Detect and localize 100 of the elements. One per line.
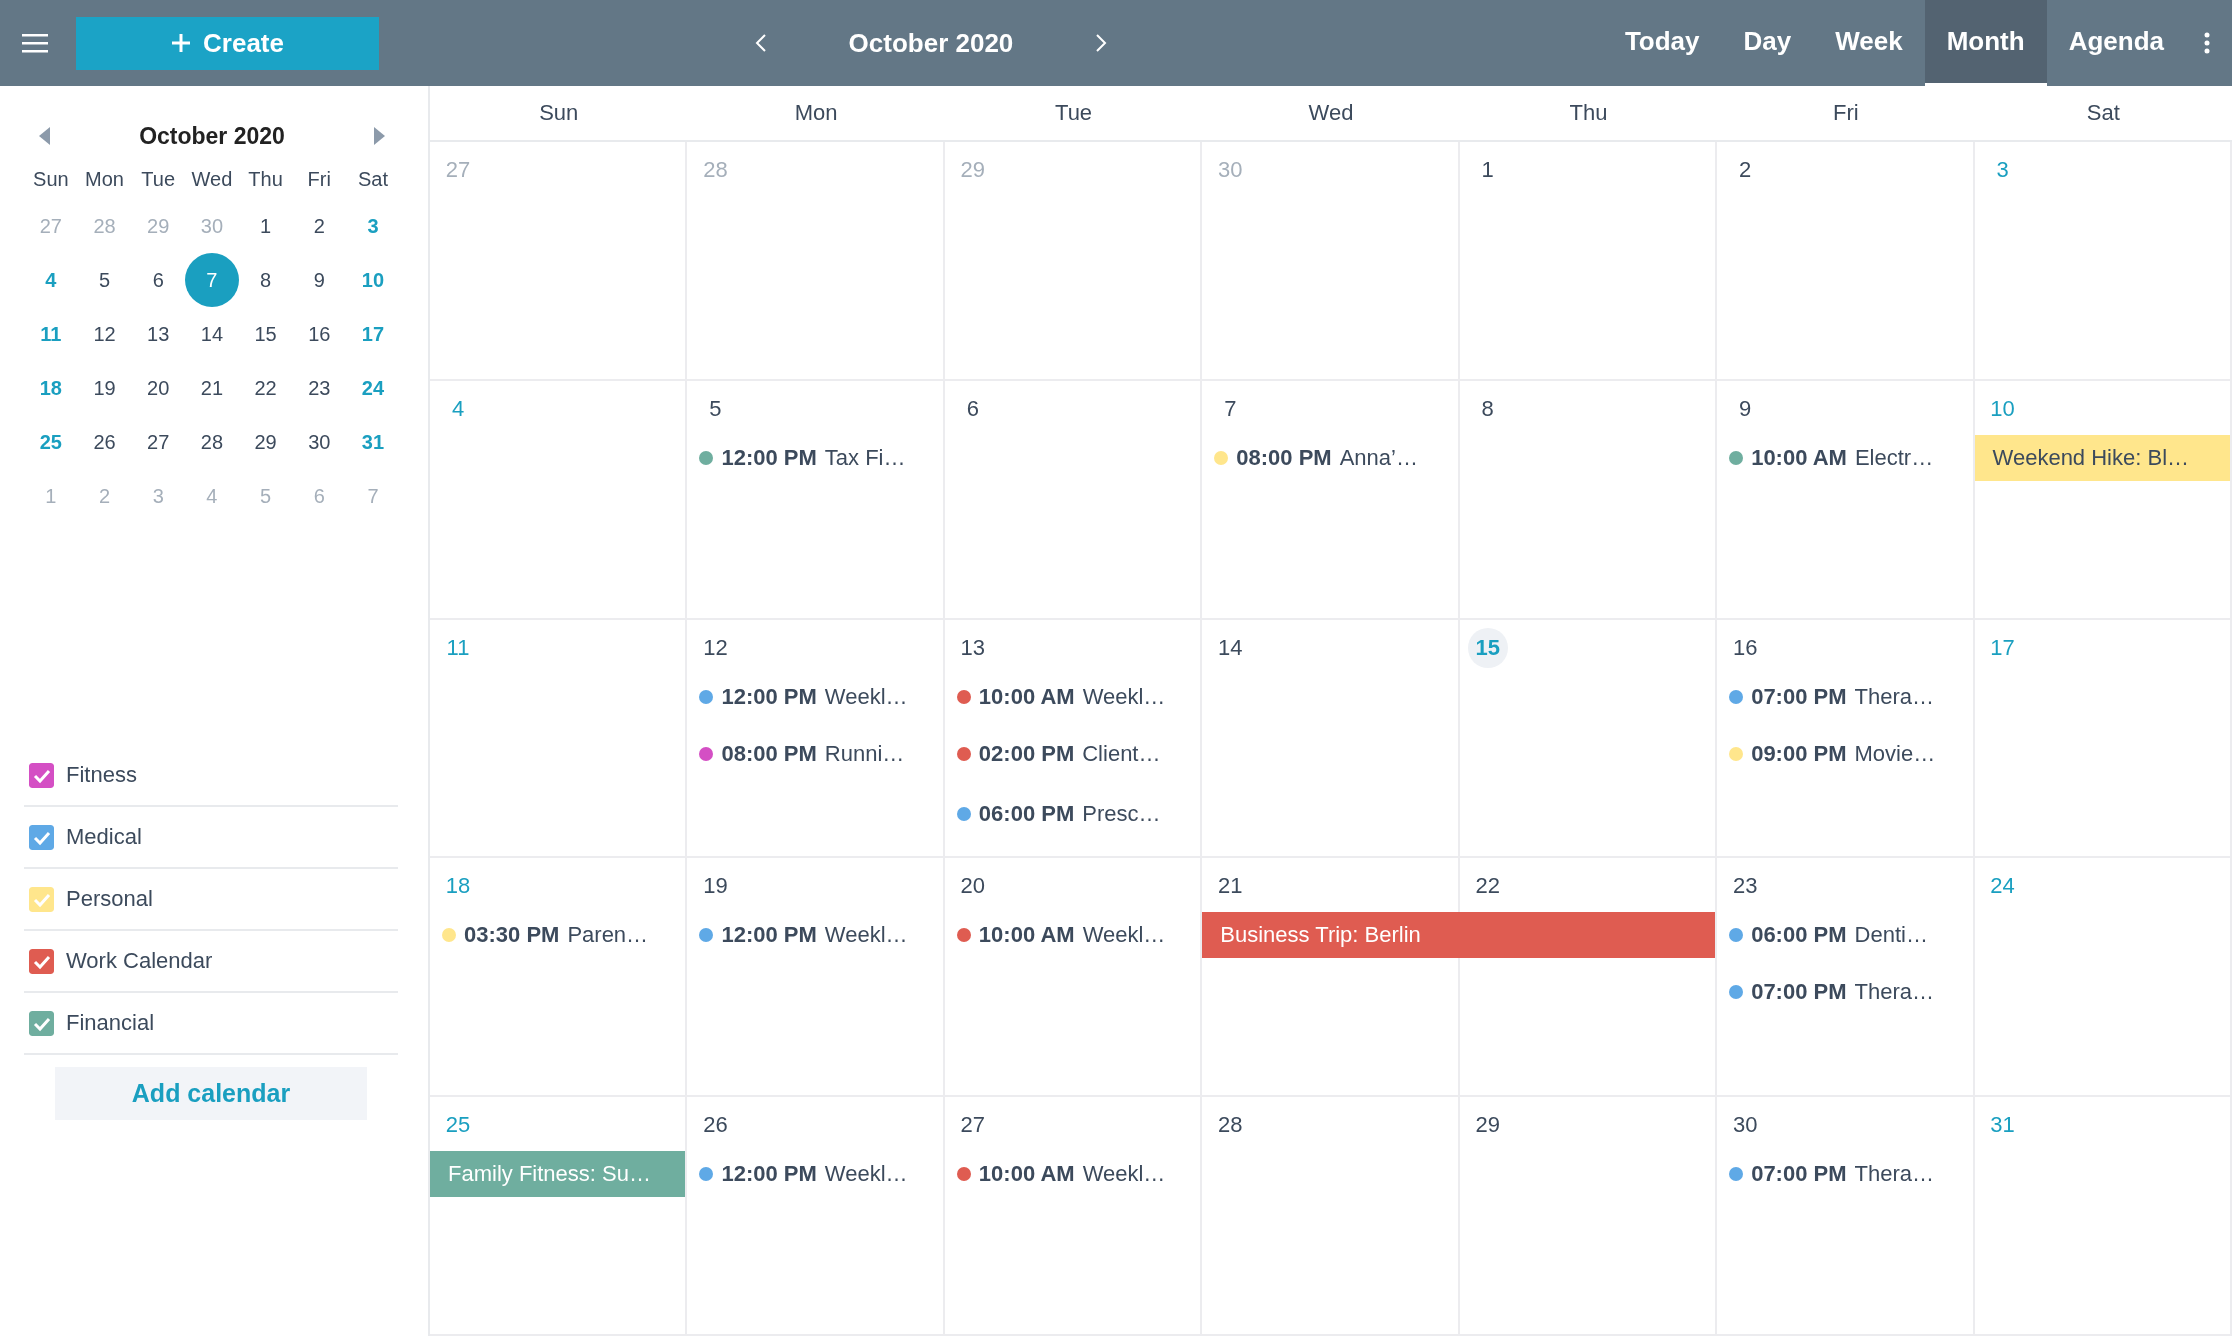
calendar-checkbox[interactable] [29,948,54,974]
previous-month-icon[interactable] [38,126,51,146]
all-day-event[interactable]: Business Trip: Berlin [1202,912,1716,959]
event-item[interactable]: 10:00 AM Electr… [1717,444,1975,471]
mini-calendar-day[interactable]: 8 [238,253,293,307]
mini-calendar-day[interactable]: 2 [292,199,347,253]
mini-calendar-day[interactable]: 27 [131,415,186,469]
event-item[interactable]: 10:00 AM Weekl… [944,683,1203,710]
mini-calendar-day[interactable]: 28 [184,415,239,469]
day-number: 30 [1731,1111,1759,1140]
event-item[interactable]: 07:00 PM Thera… [1717,1161,1975,1188]
calendar-checkbox[interactable] [29,886,54,912]
weekday-header: Tue [1055,100,1093,126]
all-day-event[interactable]: Weekend Hike: Bl… [1974,434,2230,481]
day-number: 31 [1989,1111,2016,1140]
day-number: 4 [450,394,466,423]
day-number: 29 [1474,1111,1501,1140]
mini-calendar-day[interactable]: 13 [131,307,186,361]
event-item[interactable]: 09:00 PM Movie… [1717,740,1975,767]
mini-calendar-day[interactable]: 30 [292,415,347,469]
day-number: 13 [959,633,987,662]
calendar-name: Financial [66,1010,155,1036]
day-number: 11 [445,633,471,662]
day-number: 6 [965,394,980,423]
weekday-label: Sun [33,167,69,192]
weekday-header: Fri [1833,100,1859,126]
day-number: 27 [444,156,472,184]
event-item[interactable]: 08:00 PM Runni… [687,740,945,767]
day-number: 29 [959,156,987,184]
view-tab[interactable]: Agenda [2046,0,2186,86]
day-number: 5 [708,394,723,423]
calendar-checkbox[interactable] [29,1010,54,1036]
more-options-icon[interactable] [2204,32,2210,54]
view-tab[interactable]: Today [1602,0,1722,86]
mini-calendar-day[interactable]: 16 [292,307,347,361]
weekday-label: Mon [85,167,124,192]
event-item[interactable]: 12:00 PM Tax Fi… [687,444,945,471]
weekday-label: Tue [141,167,176,192]
calendar-name: Medical [66,824,142,850]
day-number: 14 [1217,633,1244,662]
mini-calendar-day[interactable]: 20 [131,361,186,415]
mini-calendar-day[interactable]: 23 [292,361,347,415]
weekday-label: Fri [307,167,331,192]
weekday-label: Wed [191,167,233,192]
event-item[interactable]: 06:00 PM Presc… [944,800,1203,827]
day-number: 3 [1995,156,2010,184]
mini-calendar-day[interactable]: 21 [184,361,239,415]
event-item[interactable]: 06:00 PM Denti… [1717,922,1975,949]
view-tab[interactable]: Month [1924,0,2047,86]
mini-calendar-title: October 2020 [139,122,285,150]
event-item[interactable]: 10:00 AM Weekl… [944,1161,1203,1188]
day-number: 21 [1217,872,1244,901]
mini-calendar-day[interactable]: 5 [77,253,132,307]
event-item[interactable]: 07:00 PM Thera… [1717,683,1975,710]
menu-icon[interactable] [22,33,48,53]
event-item[interactable]: 12:00 PM Weekl… [687,1161,945,1188]
day-number: 17 [1989,633,2016,662]
day-number: 20 [959,872,987,901]
mini-calendar-day[interactable]: 29 [238,415,293,469]
calendar-checkbox[interactable] [29,762,54,788]
mini-calendar-day[interactable]: 6 [131,253,186,307]
calendar-name: Work Calendar [66,948,213,974]
event-item[interactable]: 10:00 AM Weekl… [944,922,1203,949]
weekday-label: Thu [248,167,283,192]
day-number: 28 [1217,1111,1244,1140]
next-month-icon[interactable] [373,126,386,146]
plus-icon [171,33,192,53]
event-item[interactable]: 03:30 PM Paren… [430,922,688,949]
event-item[interactable]: 02:00 PM Client… [944,740,1203,767]
view-tab[interactable]: Day [1721,0,1814,86]
mini-calendar-day[interactable]: 14 [184,307,239,361]
mini-calendar-day[interactable]: 1 [238,199,293,253]
chevron-right-icon [1094,33,1107,53]
event-item[interactable]: 12:00 PM Weekl… [687,683,945,710]
event-item[interactable]: 07:00 PM Thera… [1717,979,1975,1006]
month-title: October 2020 [847,27,1015,59]
calendar-name: Fitness [66,762,137,788]
day-number: 9 [1738,394,1753,423]
mini-calendar-day[interactable]: 19 [77,361,132,415]
mini-calendar-day[interactable]: 22 [238,361,293,415]
mini-calendar-day[interactable]: 9 [292,253,347,307]
day-number: 10 [1989,394,2016,423]
day-number: 22 [1474,872,1501,901]
mini-calendar-day[interactable]: 15 [238,307,293,361]
calendar-name: Personal [66,886,153,912]
mini-calendar-day[interactable]: 26 [77,415,132,469]
day-number: 23 [1731,872,1759,901]
event-item[interactable]: 08:00 PM Anna’… [1202,444,1460,471]
weekday-label: Sat [357,167,388,192]
chevron-left-icon [754,33,767,53]
view-tab[interactable]: Week [1813,0,1925,86]
day-number: 8 [1480,394,1495,423]
day-number: 27 [959,1111,987,1140]
mini-calendar-day[interactable]: 12 [77,307,132,361]
event-item[interactable]: 12:00 PM Weekl… [687,922,945,949]
day-number: 30 [1217,156,1244,184]
day-number: 16 [1731,633,1759,662]
day-number: 12 [702,633,729,662]
day-number: 19 [702,872,729,901]
calendar-checkbox[interactable] [29,824,54,850]
